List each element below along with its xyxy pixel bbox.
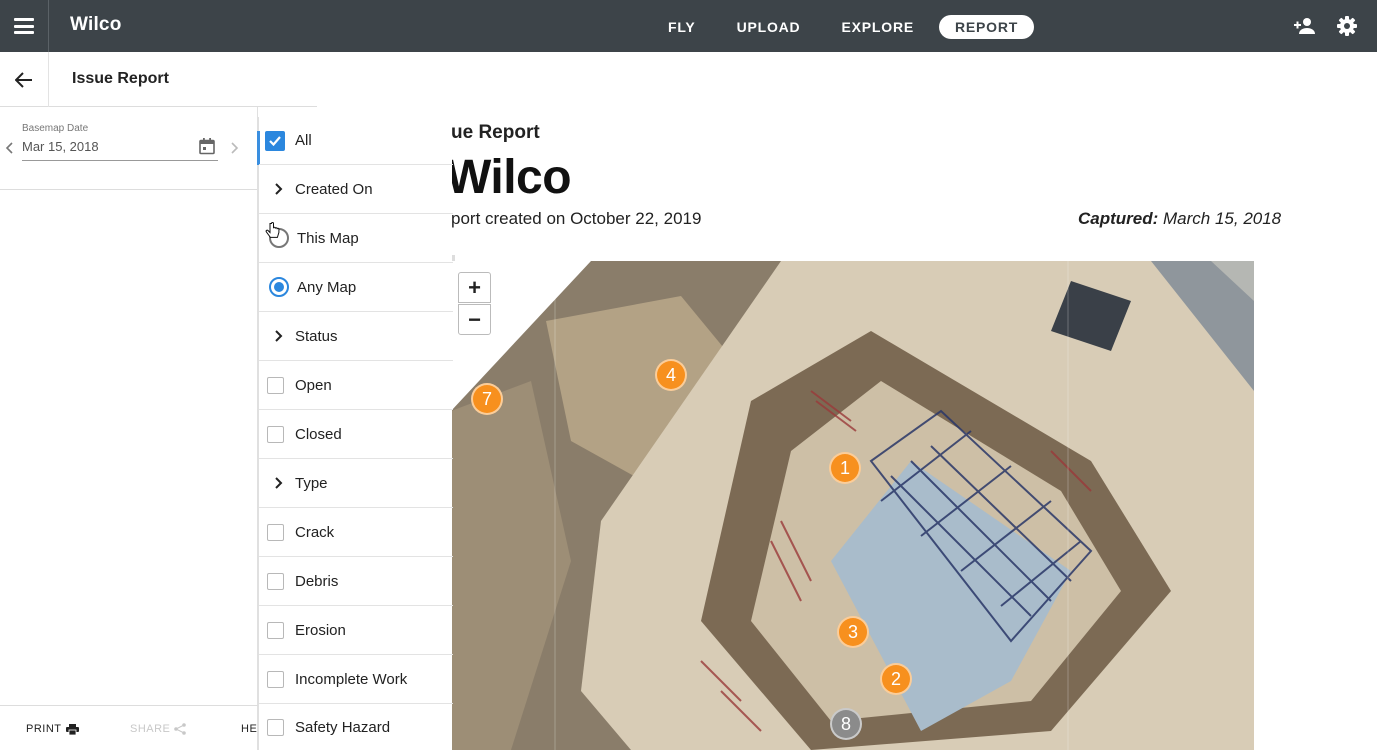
chevron-right-icon <box>275 183 283 195</box>
basemap-date-label: Basemap Date <box>22 123 89 134</box>
panel-title: Issue Report <box>72 70 169 87</box>
filter-any-map-label: Any Map <box>297 278 357 296</box>
checkbox-icon[interactable] <box>267 621 284 639</box>
filter-this-map-label: This Map <box>297 229 359 247</box>
filter-erosion[interactable]: Erosion <box>259 606 453 655</box>
panel-header: Issue Report <box>0 52 317 107</box>
nav-report[interactable]: REPORT <box>939 14 1035 39</box>
nav-explore[interactable]: EXPLORE <box>825 15 930 39</box>
filter-crack[interactable]: Crack <box>259 508 453 557</box>
filter-incomplete-work[interactable]: Incomplete Work <box>259 655 453 704</box>
captured-label: Captured: <box>1078 209 1159 228</box>
report-title: Wilco <box>446 151 572 204</box>
zoom-in-button[interactable]: + <box>458 272 491 303</box>
filter-status-label: Status <box>295 327 338 345</box>
issue-marker[interactable]: 7 <box>471 383 503 415</box>
calendar-icon[interactable] <box>198 137 216 155</box>
basemap-date-section: Basemap Date Mar 15, 2018 <box>0 107 258 190</box>
panel-footer: PRINT SHARE HEL <box>0 705 263 750</box>
filter-crack-label: Crack <box>295 523 335 541</box>
filter-all-label: All <box>295 132 312 149</box>
filter-section-status[interactable]: Status <box>259 312 453 361</box>
nav-upload[interactable]: UPLOAD <box>721 15 817 39</box>
aerial-map-image <box>451 261 1254 750</box>
share-icon <box>174 723 187 735</box>
report-subtitle: ue Report <box>451 122 540 143</box>
filter-any-map[interactable]: Any Map <box>259 263 453 312</box>
filter-section-created-on[interactable]: Created On <box>259 165 453 214</box>
hamburger-menu-icon[interactable] <box>0 0 49 52</box>
issue-filter-dropdown: All Created On This Map Any Map Status O… <box>257 117 453 750</box>
issue-marker[interactable]: 2 <box>880 663 912 695</box>
checkbox-icon[interactable] <box>267 670 284 688</box>
chevron-right-icon <box>275 330 283 342</box>
report-created-date: port created on October 22, 2019 <box>451 209 702 228</box>
filter-open[interactable]: Open <box>259 361 453 410</box>
issue-marker[interactable]: 4 <box>655 359 687 391</box>
share-label: SHARE <box>130 723 171 735</box>
add-user-icon[interactable] <box>1293 14 1317 38</box>
nav-fly[interactable]: FLY <box>652 15 712 39</box>
previous-date-chevron-icon[interactable] <box>3 141 17 155</box>
filter-type-label: Type <box>295 474 328 492</box>
filter-closed-label: Closed <box>295 425 342 443</box>
back-arrow-icon[interactable] <box>0 52 49 107</box>
app-title: Wilco <box>70 14 122 35</box>
next-date-chevron-icon[interactable] <box>227 141 241 155</box>
pointer-hand-cursor-icon <box>265 222 280 238</box>
printer-icon <box>65 723 79 735</box>
settings-gear-icon[interactable] <box>1335 14 1359 38</box>
chevron-right-icon <box>275 477 283 489</box>
issue-marker[interactable]: 3 <box>837 616 869 648</box>
filter-this-map[interactable]: This Map <box>259 214 453 263</box>
checkbox-checked-icon[interactable] <box>265 130 285 151</box>
captured-date: Captured: March 15, 2018 <box>1078 209 1281 229</box>
filter-created-on-label: Created On <box>295 180 373 198</box>
checkbox-icon[interactable] <box>267 523 284 541</box>
filter-safety-hazard[interactable]: Safety Hazard <box>259 704 453 750</box>
print-button[interactable]: PRINT <box>26 723 79 735</box>
checkbox-icon[interactable] <box>267 376 284 394</box>
site-map[interactable]: + − 1 2 3 4 7 8 <box>451 261 1254 750</box>
issue-marker-closed[interactable]: 8 <box>830 708 862 740</box>
filter-incomplete-work-label: Incomplete Work <box>295 670 408 688</box>
top-bar: Wilco FLY UPLOAD EXPLORE REPORT <box>0 0 1377 52</box>
filter-section-type[interactable]: Type <box>259 459 453 508</box>
filter-safety-hazard-label: Safety Hazard <box>295 718 391 736</box>
print-label: PRINT <box>26 723 62 735</box>
checkbox-icon[interactable] <box>267 425 284 443</box>
issue-marker[interactable]: 1 <box>829 452 861 484</box>
filter-debris[interactable]: Debris <box>259 557 453 606</box>
main-nav: FLY UPLOAD EXPLORE REPORT <box>652 14 1043 39</box>
filter-debris-label: Debris <box>295 572 339 590</box>
filter-open-label: Open <box>295 376 332 394</box>
filter-closed[interactable]: Closed <box>259 410 453 459</box>
filter-all[interactable]: All <box>259 117 453 165</box>
share-button[interactable]: SHARE <box>130 723 187 735</box>
basemap-date-value: Mar 15, 2018 <box>22 139 99 154</box>
checkbox-icon[interactable] <box>267 718 284 736</box>
zoom-out-button[interactable]: − <box>458 304 491 335</box>
radio-selected-icon[interactable] <box>269 277 289 297</box>
captured-value: March 15, 2018 <box>1158 209 1282 228</box>
basemap-date-input[interactable]: Mar 15, 2018 <box>22 137 218 161</box>
filter-erosion-label: Erosion <box>295 621 346 639</box>
checkbox-icon[interactable] <box>267 572 284 590</box>
